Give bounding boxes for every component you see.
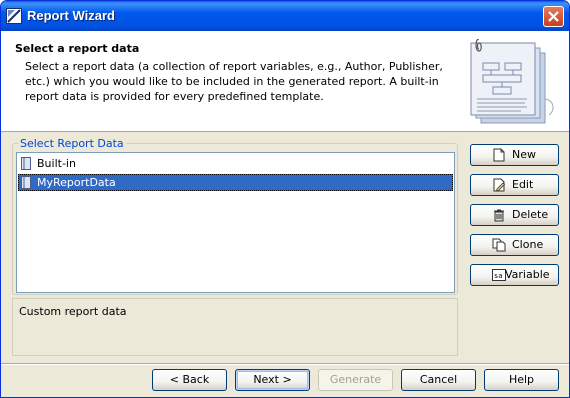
wizard-app-icon <box>6 8 22 24</box>
clone-copy-icon <box>492 238 506 252</box>
trash-icon <box>494 209 504 222</box>
report-data-icon <box>21 157 31 170</box>
back-button[interactable]: < Back <box>152 369 227 391</box>
variable-sa-icon: sa <box>492 269 506 281</box>
header-title: Select a report data <box>15 42 140 55</box>
edit-button-label: Edit <box>512 178 534 191</box>
svg-text:sa: sa <box>494 272 502 280</box>
report-wizard-window: Report Wizard Select a report data Selec… <box>0 0 570 398</box>
close-icon <box>548 11 559 22</box>
new-button[interactable]: New <box>470 144 559 166</box>
generate-button[interactable]: Generate <box>318 369 393 391</box>
title-bar[interactable]: Report Wizard <box>1 1 569 31</box>
variable-button[interactable]: sa Variable <box>470 264 559 286</box>
list-item-built-in[interactable]: Built-in <box>18 155 453 172</box>
wizard-header: Select a report data Select a report dat… <box>1 31 569 132</box>
report-data-icon <box>21 176 31 189</box>
window-title: Report Wizard <box>27 8 115 23</box>
footer-separator <box>1 363 569 365</box>
clone-button-label: Clone <box>512 238 544 251</box>
report-document-illustration <box>470 39 554 124</box>
variable-button-label: Variable <box>505 268 550 281</box>
delete-button-label: Delete <box>512 208 549 221</box>
delete-button[interactable]: Delete <box>470 204 559 226</box>
description-text: Custom report data <box>19 305 127 318</box>
edit-pencil-icon <box>493 178 506 192</box>
new-document-icon <box>493 148 505 162</box>
clone-button[interactable]: Clone <box>470 234 559 256</box>
new-button-label: New <box>512 148 536 161</box>
list-item-label: Built-in <box>37 157 76 170</box>
report-data-list[interactable]: Built-in MyReportData <box>16 152 455 293</box>
help-button[interactable]: Help <box>484 369 559 391</box>
edit-button[interactable]: Edit <box>470 174 559 196</box>
group-legend: Select Report Data <box>18 137 126 150</box>
list-item-myreportdata[interactable]: MyReportData <box>18 174 453 191</box>
close-button[interactable] <box>543 6 564 27</box>
next-button[interactable]: Next > <box>235 369 310 391</box>
description-box: Custom report data <box>12 298 458 356</box>
header-description: Select a report data (a collection of re… <box>25 60 443 103</box>
list-item-label: MyReportData <box>37 176 116 189</box>
cancel-button[interactable]: Cancel <box>401 369 476 391</box>
